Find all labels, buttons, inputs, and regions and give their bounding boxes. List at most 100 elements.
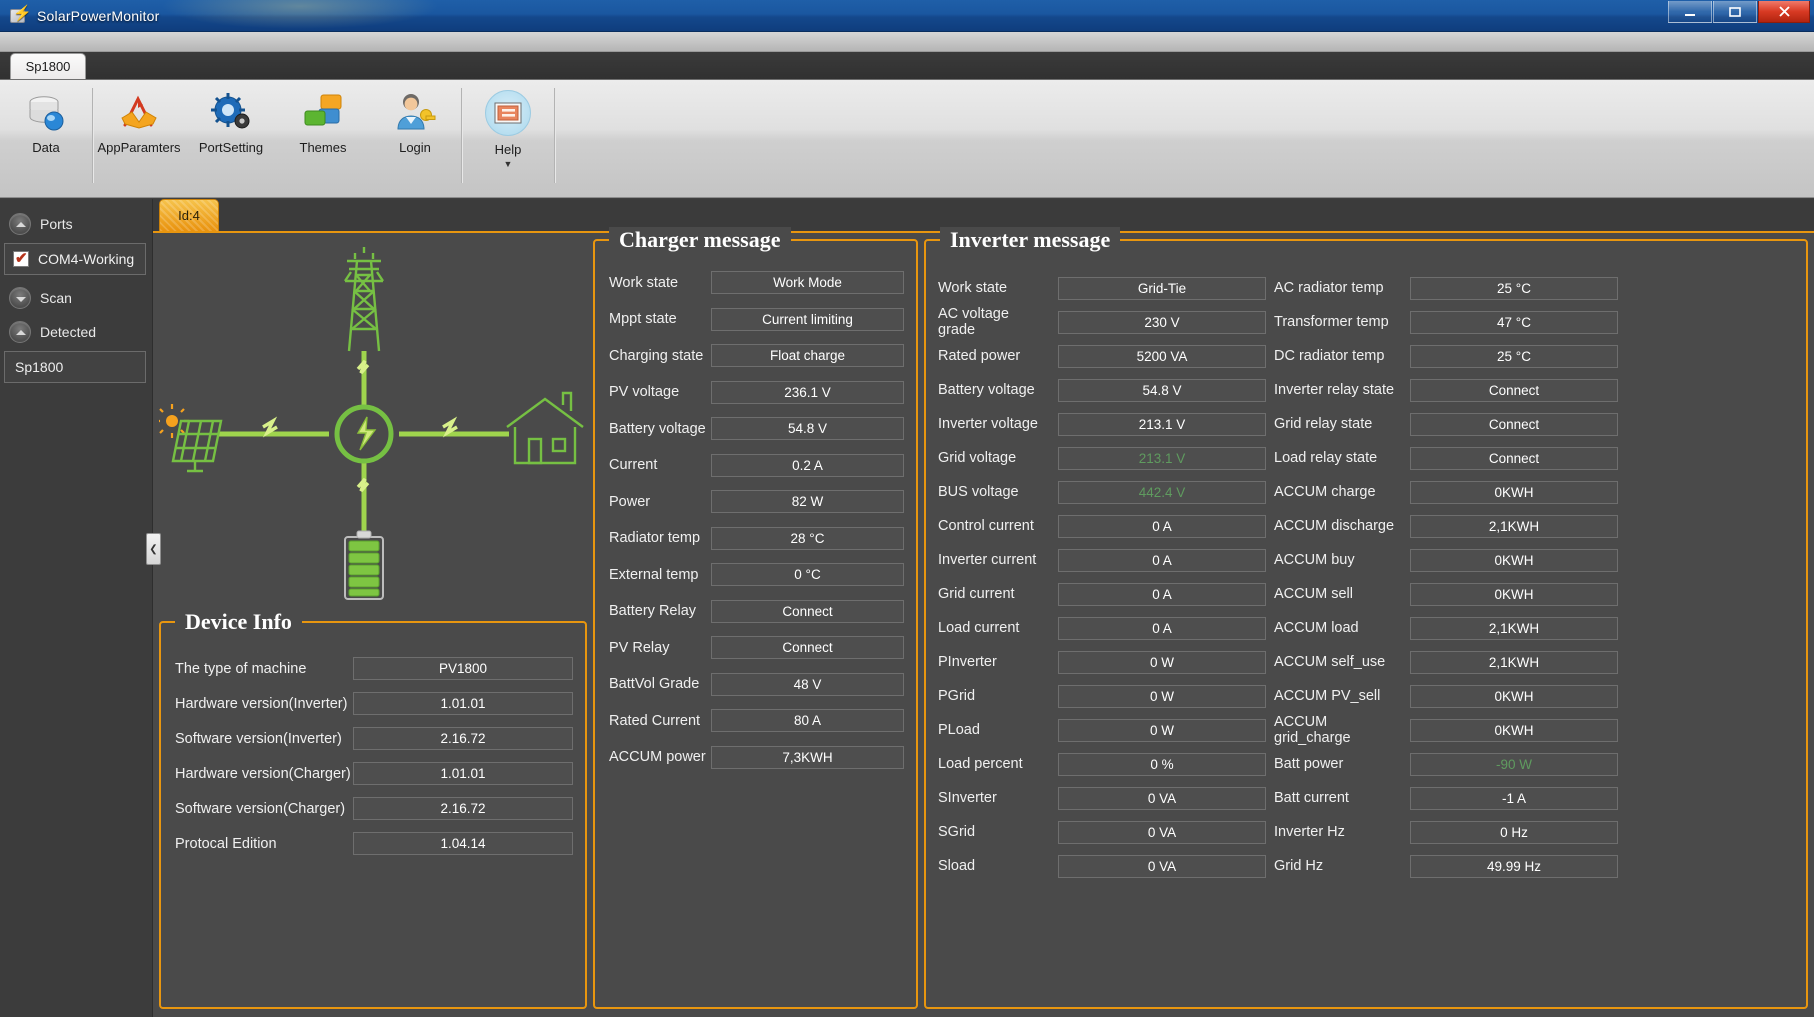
ribbon-tab-row: Sp1800	[0, 52, 1814, 80]
ribbon-label: Data	[32, 140, 59, 155]
field-value: 236.1 V	[711, 381, 904, 404]
battery-icon	[345, 531, 383, 599]
sidebar-collapse-handle[interactable]: ❮	[146, 533, 161, 565]
field-label: ACCUM charge	[1274, 475, 1402, 509]
app-icon: ⚡	[9, 6, 29, 26]
charger-row: Battery RelayConnect	[609, 600, 904, 623]
field-value: 0 A	[1058, 515, 1266, 538]
charger-row: Current0.2 A	[609, 454, 904, 477]
sidebar-section-label: Detected	[40, 324, 96, 340]
port-label: COM4-Working	[38, 251, 134, 267]
charger-row: Radiator temp28 °C	[609, 527, 904, 550]
field-label: BattVol Grade	[609, 676, 711, 692]
pylon-icon	[345, 247, 383, 351]
field-label: AC voltage grade	[938, 305, 1050, 339]
content-area: Id:4	[153, 199, 1814, 1017]
inverter-message-panel: Inverter message Work stateGrid-TieAC ra…	[924, 239, 1808, 1009]
chevron-down-icon[interactable]: ▼	[504, 161, 513, 167]
field-label: PV voltage	[609, 384, 711, 400]
minimize-button[interactable]	[1668, 1, 1712, 23]
maximize-button[interactable]	[1713, 1, 1757, 23]
field-label: Power	[609, 494, 711, 510]
sidebar-section-detected[interactable]: Detected	[0, 315, 152, 349]
sidebar-item-sp1800[interactable]: Sp1800	[4, 351, 146, 383]
sidebar-section-scan[interactable]: Scan	[0, 281, 152, 315]
field-value: 25 °C	[1410, 345, 1618, 368]
field-value: 0 °C	[711, 563, 904, 586]
field-label: Batt current	[1274, 781, 1402, 815]
field-label: PInverter	[938, 645, 1050, 679]
ribbon-button-appparamters[interactable]: AppParamters	[93, 80, 185, 197]
field-value: 28 °C	[711, 527, 904, 550]
field-value: 2.16.72	[353, 727, 573, 750]
field-value: 1.01.01	[353, 762, 573, 785]
device-info-row: The type of machine PV1800	[175, 657, 573, 680]
field-label: Battery voltage	[609, 421, 711, 437]
close-button[interactable]	[1758, 1, 1810, 23]
field-value: 7,3KWH	[711, 746, 904, 769]
field-label: Current	[609, 457, 711, 473]
field-label: ACCUM grid_charge	[1274, 713, 1402, 747]
field-label: Inverter Hz	[1274, 815, 1402, 849]
chevron-up-icon[interactable]	[9, 321, 31, 343]
field-value: Connect	[1410, 413, 1618, 436]
device-info-row: Protocal Edition 1.04.14	[175, 832, 573, 855]
port-checkbox[interactable]	[13, 251, 29, 267]
field-value: 0 W	[1058, 719, 1266, 742]
field-value: 2,1KWH	[1410, 515, 1618, 538]
field-label: Control current	[938, 509, 1050, 543]
field-label: ACCUM discharge	[1274, 509, 1402, 543]
inverter-rows: Work stateGrid-TieAC radiator temp25 °CA…	[938, 271, 1796, 883]
field-label: The type of machine	[175, 661, 353, 677]
field-value: 0 A	[1058, 617, 1266, 640]
field-value: Connect	[711, 600, 904, 623]
ribbon-button-help[interactable]: Help ▼	[462, 80, 554, 197]
field-value: 0 A	[1058, 549, 1266, 572]
system-diagram	[159, 239, 587, 601]
left-column: Device Info The type of machine PV1800 H…	[159, 239, 587, 1009]
charger-row: Charging stateFloat charge	[609, 344, 904, 367]
chevron-up-icon[interactable]	[9, 213, 31, 235]
field-value: 0KWH	[1410, 481, 1618, 504]
ribbon-button-themes[interactable]: Themes	[277, 80, 369, 197]
field-label: Inverter current	[938, 543, 1050, 577]
window-title: SolarPowerMonitor	[37, 8, 159, 24]
ribbon-button-data[interactable]: Data	[0, 80, 92, 197]
ribbon-label: Themes	[300, 140, 347, 155]
ribbon-separator	[554, 88, 555, 183]
charger-row: ACCUM power7,3KWH	[609, 746, 904, 769]
ribbon-button-login[interactable]: Login	[369, 80, 461, 197]
chevron-down-icon[interactable]	[9, 287, 31, 309]
field-value: 25 °C	[1410, 277, 1618, 300]
field-label: ACCUM power	[609, 749, 711, 765]
field-value: 0 VA	[1058, 787, 1266, 810]
tab-sp1800[interactable]: Sp1800	[10, 53, 86, 79]
field-value: 0KWH	[1410, 685, 1618, 708]
inverter-message-title: Inverter message	[940, 227, 1120, 253]
charger-row: Mppt stateCurrent limiting	[609, 308, 904, 331]
app-body: Ports COM4-Working Scan Detected Sp1800 …	[0, 199, 1814, 1017]
field-value: 2,1KWH	[1410, 617, 1618, 640]
charger-row: PV voltage236.1 V	[609, 381, 904, 404]
field-label: Load percent	[938, 747, 1050, 781]
ribbon-toolbar: Data AppParamters	[0, 80, 1814, 198]
field-label: Rated power	[938, 339, 1050, 373]
field-label: Work state	[938, 271, 1050, 305]
field-label: Mppt state	[609, 311, 711, 327]
sidebar-section-ports[interactable]: Ports	[0, 207, 152, 241]
document-tab-id4[interactable]: Id:4	[159, 199, 219, 231]
sidebar-item-com4[interactable]: COM4-Working	[4, 243, 146, 275]
field-label: ACCUM load	[1274, 611, 1402, 645]
field-value: 442.4 V	[1058, 481, 1266, 504]
field-value: 82 W	[711, 490, 904, 513]
field-value: 1.04.14	[353, 832, 573, 855]
ribbon-label: AppParamters	[97, 140, 180, 155]
field-label: Protocal Edition	[175, 836, 353, 852]
device-info-row: Software version(Inverter) 2.16.72	[175, 727, 573, 750]
field-label: Work state	[609, 275, 711, 291]
charger-message-panel: Charger message Work stateWork ModeMppt …	[593, 239, 918, 1009]
field-value: 0 A	[1058, 583, 1266, 606]
field-label: Grid relay state	[1274, 407, 1402, 441]
database-icon	[25, 90, 67, 134]
ribbon-button-portsetting[interactable]: PortSetting	[185, 80, 277, 197]
